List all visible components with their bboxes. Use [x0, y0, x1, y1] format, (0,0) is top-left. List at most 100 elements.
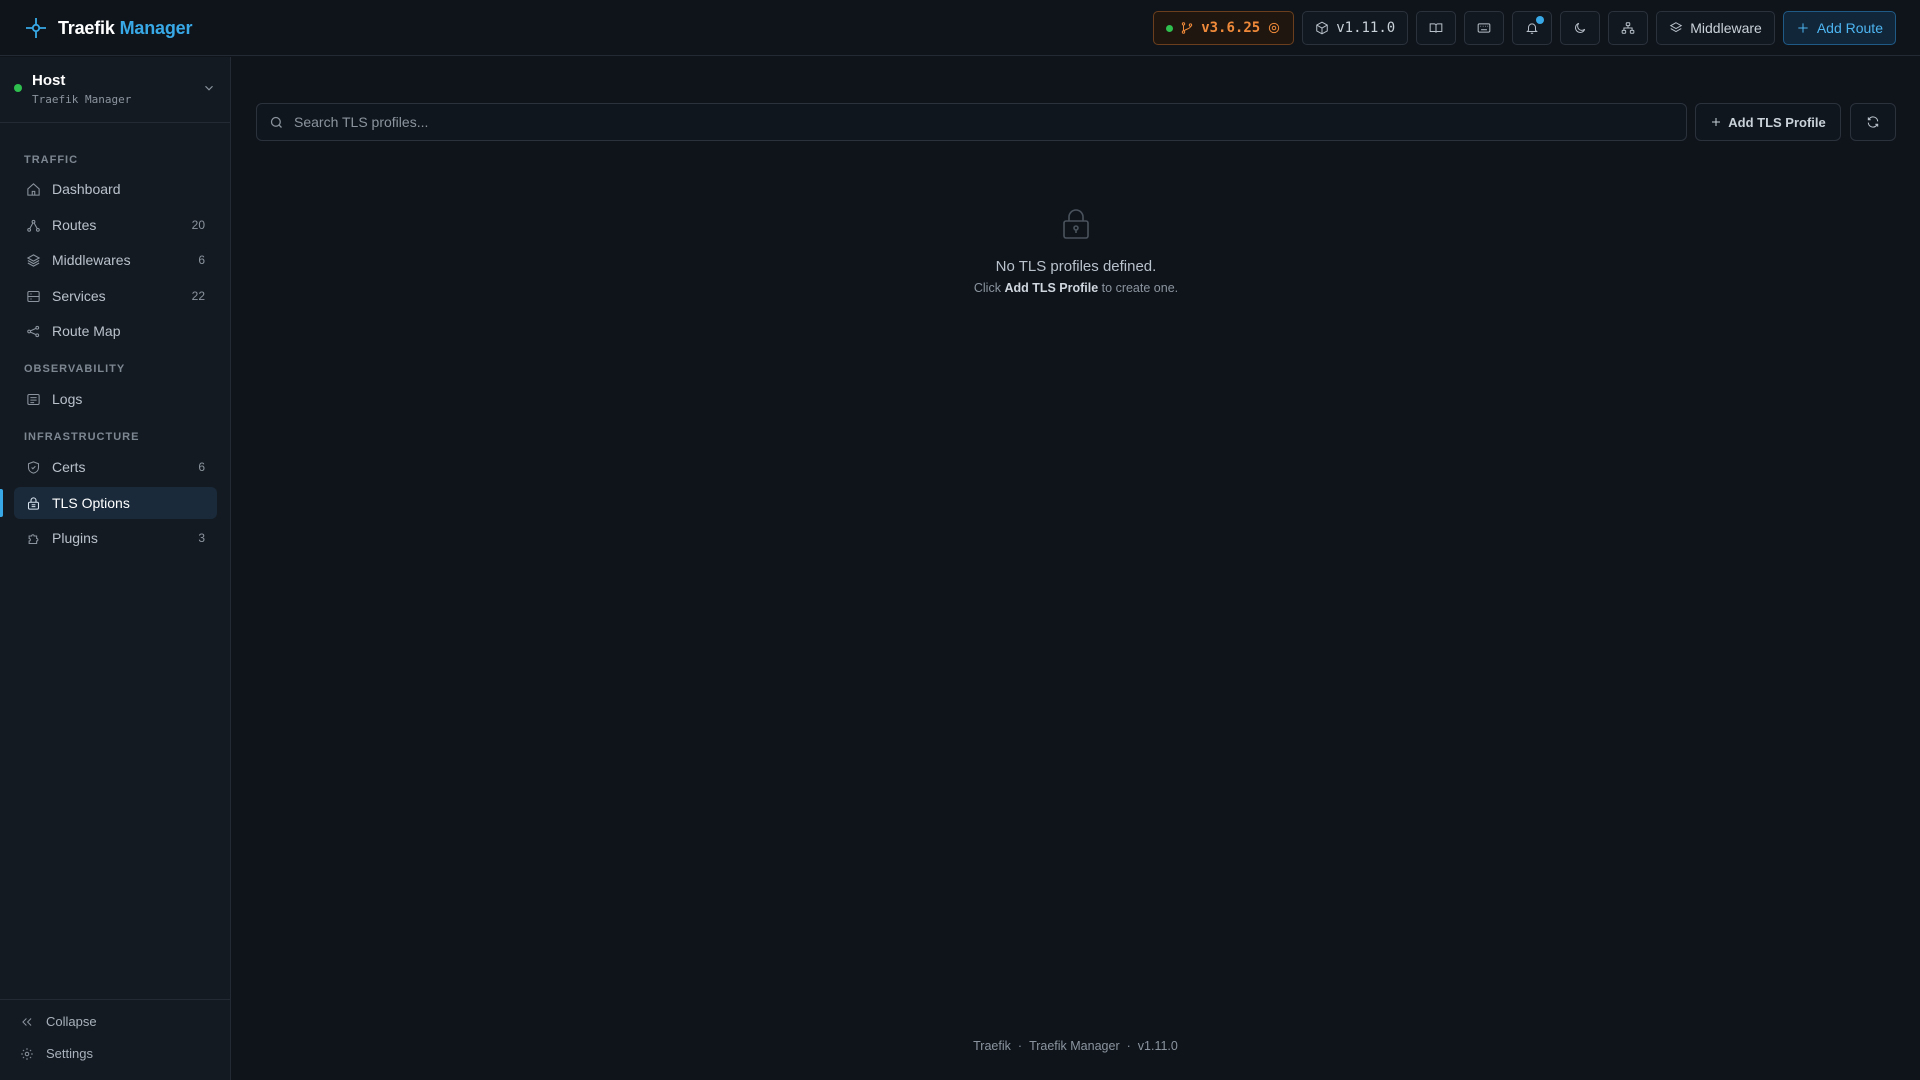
routes-icon	[27, 219, 40, 232]
app-title: Traefik Manager	[58, 18, 192, 39]
footer-version: v1.11.0	[1137, 1039, 1178, 1053]
app-brand[interactable]: Traefik Manager	[24, 16, 192, 40]
shortcuts-button[interactable]	[1464, 11, 1505, 45]
host-title: Host	[32, 72, 66, 89]
brand-primary: Traefik	[58, 17, 115, 38]
map-icon	[27, 325, 40, 337]
home-icon	[27, 182, 40, 196]
search-bar	[256, 103, 1687, 141]
sidebar-item-label: Routes	[52, 217, 97, 233]
sidebar-item-certs[interactable]: Certs 6	[14, 451, 217, 483]
sidebar-item-count: 3	[198, 531, 205, 545]
layers-icon	[26, 253, 41, 267]
sidebar-item-middlewares[interactable]: Middlewares 6	[14, 244, 217, 276]
sidebar-item-count: 6	[198, 253, 205, 267]
sidebar-item-label: Services	[52, 288, 106, 304]
shield-check-icon	[27, 460, 40, 474]
hint-prefix: Click	[973, 281, 1001, 295]
sidebar-item-label: Dashboard	[52, 181, 121, 197]
active-indicator	[0, 489, 3, 517]
brand-accent: Manager	[119, 17, 193, 38]
chevrons-left-icon	[22, 1017, 32, 1026]
host-subtitle: Traefik Manager	[32, 93, 132, 106]
add-tls-profile-label: Add TLS Profile	[1728, 114, 1826, 130]
network-icon	[1621, 22, 1635, 34]
lock-icon	[27, 496, 40, 510]
host-selector[interactable]: Host Traefik Manager	[0, 57, 230, 123]
plus-icon	[1712, 118, 1721, 126]
add-route-label: Add Route	[1816, 20, 1883, 36]
sidebar-item-count: 20	[191, 218, 205, 232]
middleware-button-label: Middleware	[1690, 20, 1762, 36]
top-bar: Traefik Manager v3.6.25 v1.11.0 Middlewa…	[0, 0, 1920, 56]
package-icon	[1316, 21, 1328, 35]
lock-icon	[1063, 209, 1089, 239]
logs-icon	[27, 393, 40, 405]
sidebar-item-label: Logs	[52, 391, 83, 407]
sidebar: Host Traefik Manager TRAFFIC Dashboard R…	[0, 57, 231, 1080]
traefik-logo-icon	[26, 18, 46, 38]
section-label-traffic: TRAFFIC	[24, 154, 79, 166]
docs-button[interactable]	[1416, 11, 1457, 45]
git-branch-icon	[1182, 22, 1193, 34]
topbar-actions: v3.6.25 v1.11.0 Middleware Add Route	[1153, 11, 1896, 45]
theme-toggle-button[interactable]	[1560, 11, 1601, 45]
collapse-button[interactable]: Collapse	[20, 1014, 97, 1029]
footer-brand: Traefik	[973, 1039, 1011, 1053]
host-status-dot	[14, 84, 22, 92]
add-tls-profile-button[interactable]: Add TLS Profile	[1695, 103, 1841, 141]
notification-badge	[1536, 16, 1545, 24]
sidebar-item-dashboard[interactable]: Dashboard	[14, 173, 217, 205]
search-icon	[270, 116, 282, 128]
search-input[interactable]	[294, 104, 1686, 140]
add-route-button[interactable]: Add Route	[1782, 11, 1896, 45]
manager-version-badge[interactable]: v1.11.0	[1302, 11, 1409, 45]
sidebar-item-label: Middlewares	[52, 252, 131, 268]
refresh-icon	[1867, 116, 1879, 128]
collapse-label: Collapse	[46, 1014, 97, 1029]
section-label-infrastructure: INFRASTRUCTURE	[24, 431, 140, 443]
sidebar-item-count: 22	[191, 289, 205, 303]
chevron-down-icon[interactable]	[202, 81, 216, 95]
keyboard-icon	[1477, 23, 1491, 33]
sidebar-footer: Collapse Settings	[0, 999, 230, 1061]
sidebar-item-count: 6	[198, 460, 205, 474]
sidebar-item-route-map[interactable]: Route Map	[14, 315, 217, 347]
sidebar-item-logs[interactable]: Logs	[14, 383, 217, 415]
sidebar-item-label: Plugins	[52, 530, 98, 546]
traefik-version-label: v3.6.25	[1201, 20, 1261, 36]
status-dot	[1166, 24, 1174, 32]
footer-separator: ·	[1017, 1039, 1023, 1053]
target-icon	[1269, 22, 1280, 34]
notifications-button[interactable]	[1512, 11, 1553, 45]
manager-version-label: v1.11.0	[1336, 20, 1396, 36]
server-icon	[27, 290, 40, 302]
puzzle-icon	[28, 533, 39, 544]
refresh-button[interactable]	[1850, 103, 1896, 141]
page-footer: Traefik · Traefik Manager · v1.11.0	[231, 1039, 1920, 1053]
sidebar-item-tls-options[interactable]: TLS Options	[14, 487, 217, 519]
sidebar-item-routes[interactable]: Routes 20	[14, 209, 217, 241]
footer-separator: ·	[1126, 1039, 1131, 1053]
sidebar-item-label: TLS Options	[52, 495, 130, 511]
empty-state-hint: Click Add TLS Profile to create one.	[700, 281, 1452, 295]
section-label-observability: OBSERVABILITY	[24, 363, 126, 375]
settings-button[interactable]: Settings	[20, 1046, 93, 1061]
middleware-button[interactable]: Middleware	[1656, 11, 1775, 45]
traefik-version-badge[interactable]: v3.6.25	[1153, 11, 1295, 45]
sidebar-item-plugins[interactable]: Plugins 3	[14, 522, 217, 554]
book-icon	[1429, 23, 1443, 33]
sidebar-item-label: Route Map	[52, 323, 121, 339]
settings-label: Settings	[46, 1046, 93, 1061]
gear-icon	[21, 1047, 33, 1060]
layers-icon	[1669, 22, 1683, 33]
sidebar-item-services[interactable]: Services 22	[14, 280, 217, 312]
footer-app: Traefik Manager	[1029, 1039, 1120, 1053]
topology-button[interactable]	[1608, 11, 1649, 45]
sidebar-item-label: Certs	[52, 459, 86, 475]
empty-state-title: No TLS profiles defined.	[995, 258, 1157, 275]
hint-strong: Add TLS Profile	[1004, 281, 1099, 295]
plus-icon	[1798, 23, 1808, 33]
hint-suffix: to create one.	[1101, 281, 1179, 295]
moon-icon	[1575, 22, 1586, 33]
